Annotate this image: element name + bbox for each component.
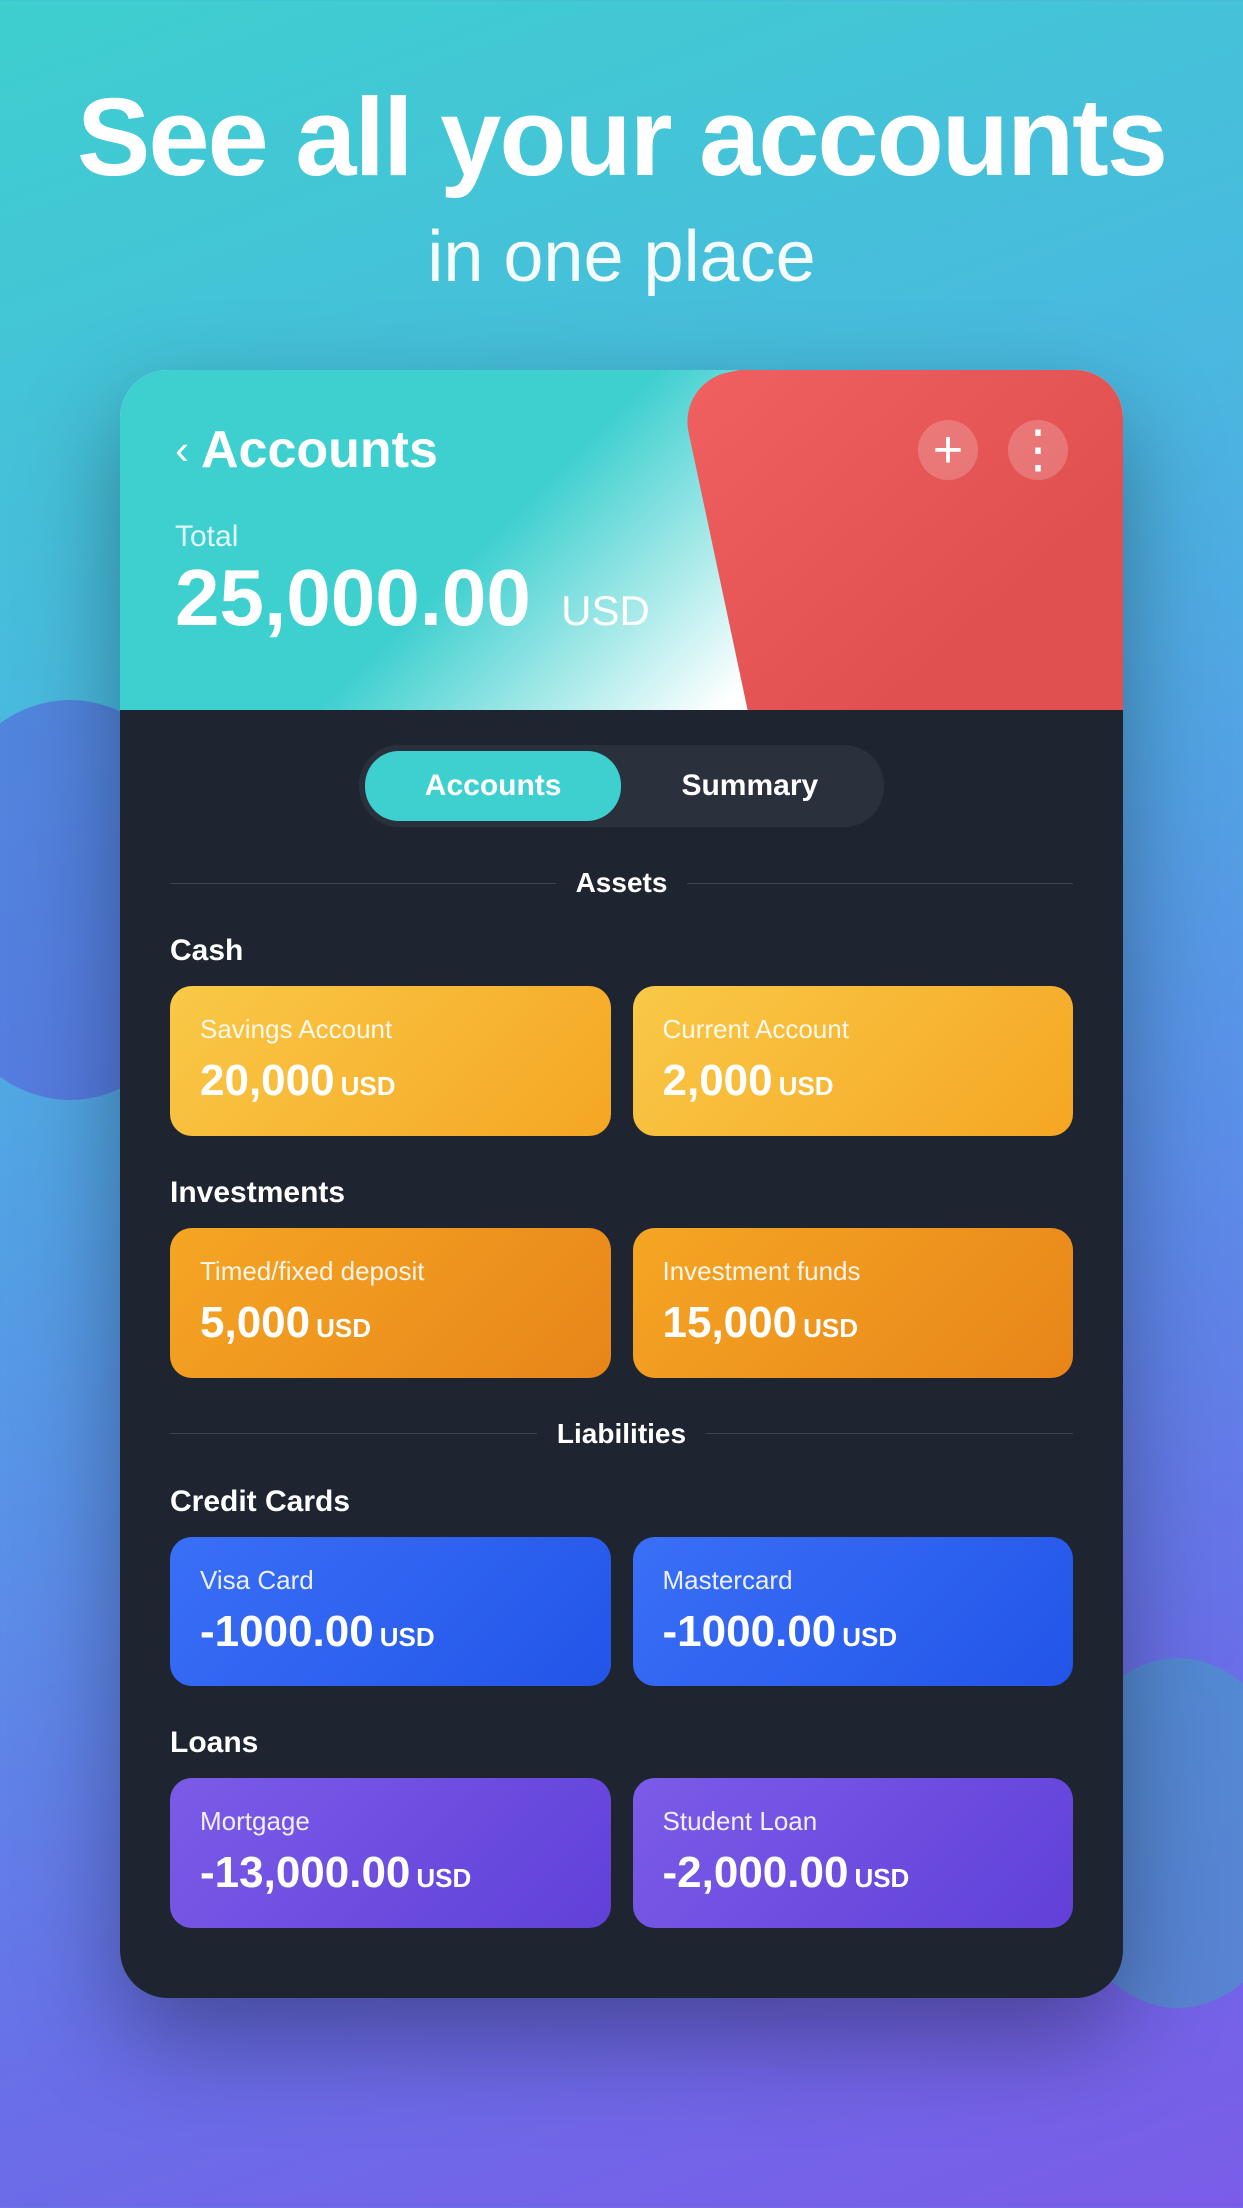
mastercard-card[interactable]: Mastercard -1000.00USD [633, 1537, 1074, 1687]
add-account-button[interactable]: + [918, 420, 978, 480]
credit-cards-category-label: Credit Cards [120, 1475, 1123, 1537]
more-menu-button[interactable]: ⋮ [1008, 420, 1068, 480]
card-body: Accounts Summary Assets Cash Savings Acc… [120, 710, 1123, 1998]
mortgage-name: Mortgage [200, 1806, 581, 1837]
investments-accounts-grid: Timed/fixed deposit 5,000USD Investment … [120, 1228, 1123, 1408]
card-title: Accounts [201, 420, 438, 480]
total-currency: USD [561, 587, 650, 634]
hero-title: See all your accounts [60, 80, 1183, 196]
cash-accounts-grid: Savings Account 20,000USD Current Accoun… [120, 986, 1123, 1166]
credit-cards-accounts-grid: Visa Card -1000.00USD Mastercard -1000.0… [120, 1537, 1123, 1717]
investment-funds-currency: USD [803, 1313, 858, 1343]
liabilities-divider-right [706, 1433, 1073, 1434]
current-account-currency: USD [779, 1071, 834, 1101]
fixed-deposit-currency: USD [316, 1313, 371, 1343]
investment-funds-amount: 15,000USD [663, 1297, 1044, 1350]
card-header: ‹ Accounts + ⋮ Total 25,000.00 USD [120, 370, 1123, 710]
assets-divider-left [170, 883, 556, 884]
mastercard-name: Mastercard [663, 1565, 1044, 1596]
investment-funds-name: Investment funds [663, 1256, 1044, 1287]
mortgage-currency: USD [416, 1863, 471, 1893]
cash-category-label: Cash [120, 924, 1123, 986]
investment-funds-card[interactable]: Investment funds 15,000USD [633, 1228, 1074, 1378]
back-icon: ‹ [175, 429, 189, 471]
card-header-top: ‹ Accounts + ⋮ [175, 420, 1068, 480]
mastercard-currency: USD [842, 1622, 897, 1652]
loans-category-label: Loans [120, 1716, 1123, 1778]
back-button[interactable]: ‹ Accounts [175, 420, 438, 480]
total-amount: 25,000.00 USD [175, 554, 1068, 642]
mortgage-card[interactable]: Mortgage -13,000.00USD [170, 1778, 611, 1928]
card-header-content: ‹ Accounts + ⋮ Total 25,000.00 USD [120, 370, 1123, 672]
savings-account-name: Savings Account [200, 1014, 581, 1045]
savings-account-currency: USD [341, 1071, 396, 1101]
assets-label: Assets [576, 867, 668, 899]
card-header-actions: + ⋮ [918, 420, 1068, 480]
investments-category-label: Investments [120, 1166, 1123, 1228]
student-loan-name: Student Loan [663, 1806, 1044, 1837]
visa-card-name: Visa Card [200, 1565, 581, 1596]
assets-divider-right [687, 883, 1073, 884]
phone-card: ‹ Accounts + ⋮ Total 25,000.00 USD Accou… [120, 370, 1123, 1998]
hero-section: See all your accounts in one place [0, 0, 1243, 338]
visa-card[interactable]: Visa Card -1000.00USD [170, 1537, 611, 1687]
mastercard-amount: -1000.00USD [663, 1606, 1044, 1659]
liabilities-label: Liabilities [557, 1418, 686, 1450]
fixed-deposit-name: Timed/fixed deposit [200, 1256, 581, 1287]
hero-subtitle: in one place [60, 216, 1183, 298]
current-account-amount: 2,000USD [663, 1055, 1044, 1108]
assets-section-header: Assets [120, 857, 1123, 924]
tab-accounts[interactable]: Accounts [365, 751, 622, 821]
savings-account-card[interactable]: Savings Account 20,000USD [170, 986, 611, 1136]
visa-card-amount: -1000.00USD [200, 1606, 581, 1659]
tabs-container: Accounts Summary [120, 710, 1123, 857]
loans-accounts-grid: Mortgage -13,000.00USD Student Loan -2,0… [120, 1778, 1123, 1958]
current-account-name: Current Account [663, 1014, 1044, 1045]
mortgage-amount: -13,000.00USD [200, 1847, 581, 1900]
liabilities-section-header: Liabilities [120, 1408, 1123, 1475]
current-account-card[interactable]: Current Account 2,000USD [633, 986, 1074, 1136]
tabs-pill: Accounts Summary [359, 745, 884, 827]
student-loan-amount: -2,000.00USD [663, 1847, 1044, 1900]
visa-card-currency: USD [380, 1622, 435, 1652]
total-label: Total [175, 520, 1068, 554]
tab-summary[interactable]: Summary [621, 751, 878, 821]
fixed-deposit-amount: 5,000USD [200, 1297, 581, 1350]
student-loan-currency: USD [854, 1863, 909, 1893]
student-loan-card[interactable]: Student Loan -2,000.00USD [633, 1778, 1074, 1928]
liabilities-divider-left [170, 1433, 537, 1434]
fixed-deposit-card[interactable]: Timed/fixed deposit 5,000USD [170, 1228, 611, 1378]
savings-account-amount: 20,000USD [200, 1055, 581, 1108]
